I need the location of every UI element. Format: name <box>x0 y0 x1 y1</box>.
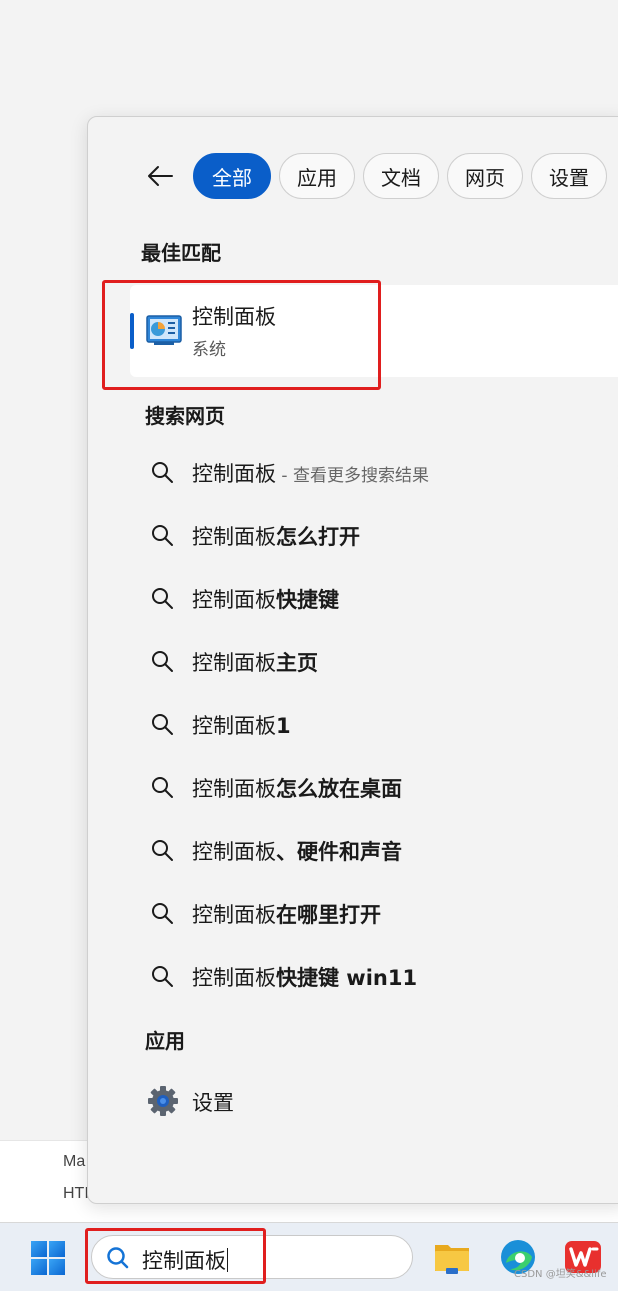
search-icon <box>107 1247 129 1269</box>
web-result-suggestion: 怎么放在桌面 <box>276 777 402 801</box>
text-cursor <box>227 1248 228 1272</box>
filter-tabs: 全部 应用 文档 网页 设置 <box>193 153 607 199</box>
web-result-label: 控制面板、硬件和声音 <box>192 836 402 866</box>
web-result-row[interactable]: 控制面板主页 <box>130 632 618 690</box>
web-result-suggestion: 、硬件和声音 <box>276 840 402 864</box>
search-icon <box>152 714 173 735</box>
web-result-row[interactable]: 控制面板怎么放在桌面 <box>130 758 618 816</box>
web-result-label: 控制面板1 <box>192 710 291 740</box>
tab-all[interactable]: 全部 <box>193 153 271 199</box>
web-result-suggestion: 主页 <box>276 651 318 675</box>
best-match-title: 控制面板 <box>192 305 276 329</box>
apps-heading: 应用 <box>145 1029 185 1053</box>
taskbar-search-value: 控制面板 <box>142 1249 226 1273</box>
web-result-row[interactable]: 控制面板、硬件和声音 <box>130 821 618 879</box>
web-result-query: 控制面板 <box>192 966 276 990</box>
app-result-label: 设置 <box>192 1091 234 1115</box>
web-result-label: 控制面板 - 查看更多搜索结果 <box>192 458 429 488</box>
web-result-label: 控制面板主页 <box>192 647 318 677</box>
web-result-row[interactable]: 控制面板怎么打开 <box>130 506 618 564</box>
web-result-label: 控制面板快捷键 win11 <box>192 962 417 992</box>
web-result-label: 控制面板怎么打开 <box>192 521 360 551</box>
web-result-label: 控制面板在哪里打开 <box>192 899 381 929</box>
search-icon <box>152 462 173 483</box>
web-result-query: 控制面板 <box>192 462 276 486</box>
tab-settings[interactable]: 设置 <box>531 153 607 199</box>
tab-apps[interactable]: 应用 <box>279 153 355 199</box>
search-icon <box>152 525 173 546</box>
best-match-subtitle: 系统 <box>192 340 226 360</box>
web-result-suggestion: 怎么打开 <box>276 525 360 549</box>
file-explorer-icon[interactable] <box>432 1237 472 1277</box>
windows-start-icon[interactable] <box>31 1241 65 1275</box>
best-match-result[interactable]: 控制面板 系统 <box>130 285 618 377</box>
web-result-row[interactable]: 控制面板在哪里打开 <box>130 884 618 942</box>
back-arrow-icon <box>148 166 173 186</box>
web-search-heading: 搜索网页 <box>145 404 225 428</box>
web-result-label: 控制面板快捷键 <box>192 584 339 614</box>
web-result-suggestion: 在哪里打开 <box>276 903 381 927</box>
web-result-row[interactable]: 控制面板快捷键 win11 <box>130 947 618 1005</box>
taskbar-search-box[interactable]: 控制面板 <box>91 1235 413 1279</box>
tab-documents[interactable]: 文档 <box>363 153 439 199</box>
web-result-suggestion: 快捷键 win11 <box>276 966 418 990</box>
search-icon <box>152 777 173 798</box>
taskbar-search-input[interactable]: 控制面板 <box>142 1245 228 1275</box>
web-result-label: 控制面板怎么放在桌面 <box>192 773 402 803</box>
search-icon <box>152 903 173 924</box>
web-result-query: 控制面板 <box>192 777 276 801</box>
web-result-suggestion: 1 <box>276 714 291 738</box>
web-result-query: 控制面板 <box>192 651 276 675</box>
search-icon <box>152 966 173 987</box>
web-result-hint: - 查看更多搜索结果 <box>276 466 429 486</box>
web-result-row[interactable]: 控制面板 - 查看更多搜索结果 <box>130 443 618 501</box>
web-result-query: 控制面板 <box>192 903 276 927</box>
search-icon <box>152 651 173 672</box>
web-result-query: 控制面板 <box>192 588 276 612</box>
gear-icon <box>148 1086 178 1116</box>
web-result-query: 控制面板 <box>192 525 276 549</box>
selection-indicator <box>130 313 134 349</box>
background-doc-text-1: Ma <box>63 1153 86 1170</box>
web-result-query: 控制面板 <box>192 714 276 738</box>
search-panel: 全部 应用 文档 网页 设置 最佳匹配 控制面板 系统 搜索网页 控制面板 - … <box>87 116 618 1204</box>
best-match-heading: 最佳匹配 <box>141 241 221 265</box>
background-doc-text-2: HTI <box>63 1185 89 1202</box>
web-result-query: 控制面板 <box>192 840 276 864</box>
web-result-row[interactable]: 控制面板1 <box>130 695 618 753</box>
web-result-suggestion: 快捷键 <box>276 588 339 612</box>
search-icon <box>152 840 173 861</box>
app-result-settings[interactable]: 设置 <box>130 1071 618 1129</box>
watermark: CSDN @坦笑&&life <box>514 1269 607 1280</box>
web-result-row[interactable]: 控制面板快捷键 <box>130 569 618 627</box>
taskbar: 控制面板 CSDN @坦笑&&life <box>0 1222 618 1291</box>
back-button[interactable] <box>144 162 176 190</box>
control-panel-icon <box>146 315 182 345</box>
tab-web[interactable]: 网页 <box>447 153 523 199</box>
search-icon <box>152 588 173 609</box>
